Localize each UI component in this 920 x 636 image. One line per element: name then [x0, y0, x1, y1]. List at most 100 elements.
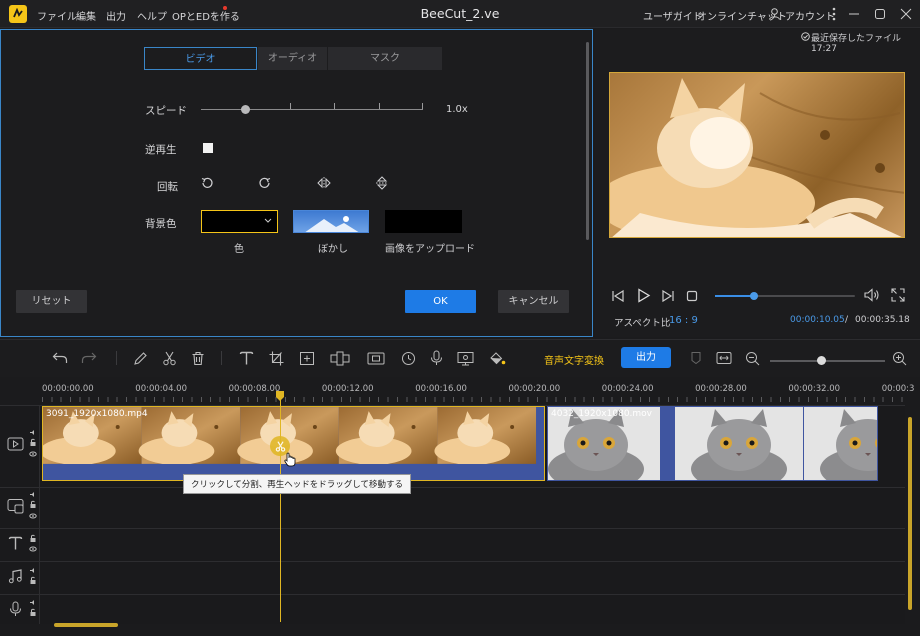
rotate-label: 回転 — [157, 181, 178, 193]
tab-video[interactable]: ビデオ — [144, 47, 257, 70]
user-guide-link[interactable]: ユーザガイド — [643, 8, 703, 23]
zoom-slider-handle[interactable] — [817, 356, 826, 365]
cat-video-frame — [610, 78, 904, 237]
ruler-time-label: 00:00:28.00 — [695, 384, 747, 394]
new-badge — [223, 6, 227, 10]
ruler-time-label: 00:00:00.00 — [42, 384, 94, 394]
blur-option-label: ぼかし — [318, 244, 348, 255]
tab-audio[interactable]: オーディオ — [258, 47, 327, 70]
track-controls — [29, 429, 37, 459]
rotate-right-icon[interactable] — [258, 176, 272, 193]
cancel-button[interactable]: キャンセル — [498, 290, 569, 313]
reverse-label: 逆再生 — [145, 144, 177, 156]
volume-icon[interactable] — [864, 288, 880, 305]
play-icon[interactable] — [636, 288, 651, 306]
ruler-time-label: 00:00:12.00 — [321, 384, 374, 394]
minimize-icon[interactable] — [846, 6, 862, 22]
mosaic-icon[interactable] — [329, 347, 351, 369]
flip-vertical-icon[interactable] — [375, 176, 389, 193]
chevron-down-icon — [264, 218, 272, 223]
menu-help[interactable]: ヘルプ — [137, 8, 167, 23]
speech-to-text-button[interactable]: 音声文字変換 — [544, 352, 604, 367]
settings-scrollbar[interactable] — [586, 42, 589, 240]
playback-progress-fill — [715, 295, 755, 297]
clip-2-name: 4032_1920x1080.mov — [551, 409, 652, 419]
timeline-horizontal-scroll-area — [0, 624, 920, 636]
next-frame-icon[interactable] — [661, 289, 675, 306]
upload-image-option[interactable] — [385, 210, 462, 233]
reverse-checkbox[interactable] — [203, 143, 213, 153]
track-controls — [29, 491, 37, 521]
video-preview-frame[interactable] — [609, 72, 905, 238]
total-time: 00:00:35.18 — [855, 315, 910, 325]
screen-record-icon[interactable] — [454, 347, 476, 369]
toolbar-divider — [221, 351, 222, 365]
menu-export[interactable]: 出力 — [106, 8, 126, 23]
track-controls — [29, 567, 37, 587]
ok-button[interactable]: OK — [405, 290, 476, 313]
freeze-frame-icon[interactable] — [365, 347, 387, 369]
tab-mask[interactable]: マスク — [328, 47, 442, 70]
current-time: 00:00:10.05 — [790, 315, 845, 325]
timeline-horizontal-scrollbar[interactable] — [54, 623, 118, 627]
blur-option[interactable] — [293, 210, 369, 233]
timeline-vertical-scrollbar[interactable] — [908, 417, 912, 610]
microphone-icon[interactable] — [425, 347, 447, 369]
flip-horizontal-icon[interactable] — [317, 176, 331, 193]
toolbar-divider — [116, 351, 117, 365]
aspect-ratio-value[interactable]: 16 : 9 — [669, 315, 698, 326]
speed-tick — [422, 103, 423, 109]
hand-cursor-icon — [284, 452, 296, 470]
maximize-icon[interactable] — [872, 6, 888, 22]
speed-value: 1.0x — [446, 104, 468, 115]
ruler-time-label: 00:00:24.00 — [601, 384, 654, 394]
ruler-time-label: 00:00:04.00 — [135, 384, 187, 394]
speed-tick — [290, 103, 291, 109]
menu-edit[interactable]: 編集 — [76, 8, 96, 23]
marker-icon[interactable] — [685, 347, 707, 369]
color-swatch-select[interactable] — [201, 210, 278, 233]
fit-width-icon[interactable] — [713, 347, 735, 369]
zoom-slider-track[interactable] — [770, 360, 885, 362]
saved-notice: 最近保存したファイル 17:27 — [811, 34, 902, 54]
saved-check-icon — [801, 32, 810, 44]
undo-icon[interactable] — [49, 347, 71, 369]
speed-slider-track[interactable] — [201, 109, 423, 110]
redo-icon[interactable] — [78, 347, 100, 369]
more-menu-icon[interactable] — [826, 6, 842, 22]
picture-in-picture-icon — [7, 498, 24, 517]
zoom-out-icon[interactable] — [741, 347, 763, 369]
playback-progress-track[interactable] — [715, 295, 855, 297]
pen-edit-icon[interactable] — [129, 347, 151, 369]
music-note-icon — [8, 569, 23, 587]
playhead-line[interactable] — [280, 400, 281, 622]
export-button[interactable]: 出力 — [621, 347, 671, 368]
duration-clock-icon[interactable] — [397, 347, 419, 369]
video-track-icon — [7, 436, 24, 455]
landscape-image-icon — [305, 216, 359, 232]
speed-slider-handle[interactable] — [241, 105, 251, 114]
menu-file[interactable]: ファイル — [37, 8, 77, 23]
voiceover-track — [0, 594, 905, 624]
stop-icon[interactable] — [686, 290, 698, 305]
account-icon — [768, 7, 781, 23]
zoom-in-icon[interactable] — [888, 347, 910, 369]
menu-op-ed[interactable]: OPとEDを作る — [172, 8, 240, 23]
track-controls — [29, 534, 37, 554]
close-icon[interactable] — [898, 6, 914, 22]
crop-icon[interactable] — [265, 347, 287, 369]
music-track — [0, 561, 905, 594]
reset-button[interactable]: リセット — [16, 290, 87, 313]
scissors-icon[interactable] — [158, 347, 180, 369]
clip-settings-panel: ビデオ オーディオ マスク スピード 1.0x 逆再生 回転 背景色 色 ぼかし… — [0, 29, 593, 337]
text-tool-icon[interactable] — [235, 347, 257, 369]
fullscreen-icon[interactable] — [891, 288, 905, 305]
zoom-frame-icon[interactable] — [296, 347, 318, 369]
color-option-label: 色 — [234, 244, 244, 255]
tooltip: クリックして分割、再生ヘッドをドラッグして移動する — [183, 474, 411, 494]
rotate-left-icon[interactable] — [200, 176, 214, 193]
previous-frame-icon[interactable] — [611, 289, 625, 306]
trash-icon[interactable] — [187, 347, 209, 369]
aspect-ratio-label: アスペクト比 — [614, 318, 671, 329]
color-fill-icon[interactable] — [486, 347, 508, 369]
